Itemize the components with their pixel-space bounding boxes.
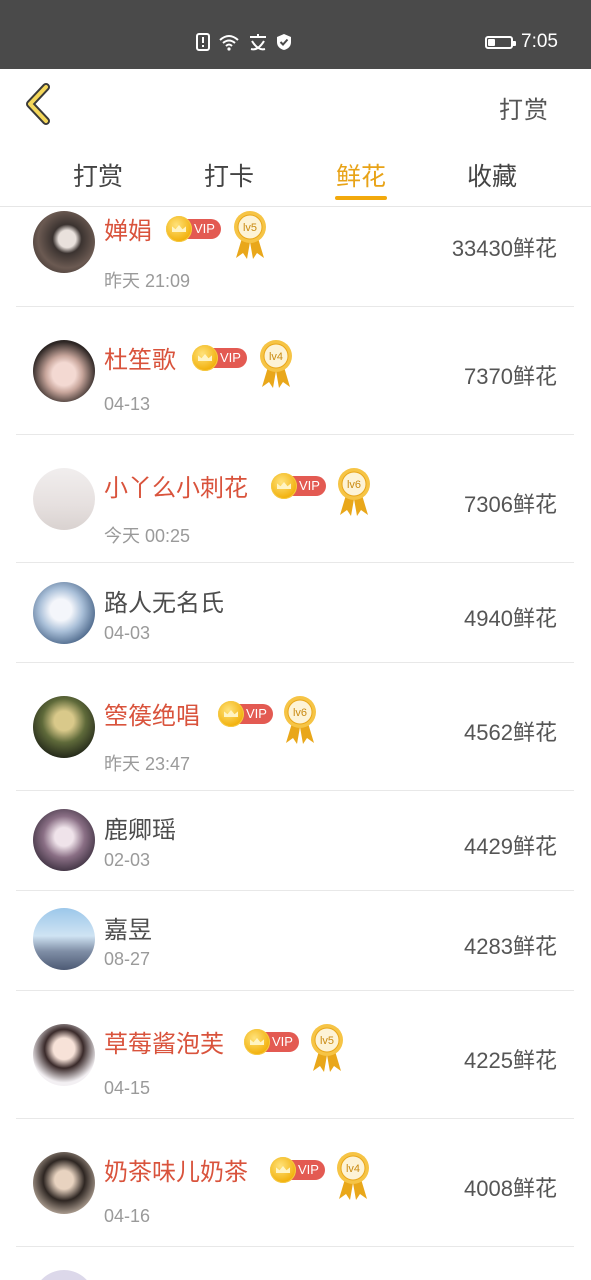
flower-count: 4562鲜花	[464, 720, 557, 745]
avatar	[33, 211, 95, 273]
vip-badge: VIP	[218, 701, 273, 727]
svg-text:lv4: lv4	[346, 1163, 360, 1175]
flower-count: 33430鲜花	[451, 236, 557, 261]
timestamp: 04-03	[104, 623, 151, 643]
vip-badge: VIP	[192, 345, 247, 371]
user-name: 草莓酱泡芙	[104, 1030, 224, 1058]
reward-button[interactable]: 打赏	[499, 90, 549, 125]
list-item[interactable]: 草莓酱泡芙 VIP lv5 04-15 4225鲜花	[16, 991, 574, 1119]
timestamp: 02-03	[104, 850, 151, 870]
timestamp: 08-27	[104, 949, 151, 969]
list-item[interactable]: 小丫么小刺花 VIP lv6 今天 00:25 7306鲜花	[16, 435, 574, 563]
top-bar: 打赏	[0, 69, 591, 139]
user-name: 奶茶味儿奶茶	[104, 1158, 248, 1186]
crown-icon	[244, 1029, 270, 1055]
level-medal-icon: lv6	[338, 468, 370, 516]
flower-count: 7306鲜花	[464, 492, 557, 517]
timestamp: 04-16	[104, 1206, 151, 1226]
vip-badge: VIP	[244, 1029, 299, 1055]
flower-count: 4225鲜花	[464, 1048, 557, 1073]
user-name: 小丫么小刺花	[104, 474, 248, 502]
status-bar: 7:05	[0, 0, 591, 69]
level-medal-icon: lv6	[284, 696, 316, 744]
tab-bar: 打赏 打卡 鲜花 收藏	[0, 139, 591, 207]
avatar	[33, 340, 95, 402]
avatar	[33, 696, 95, 758]
svg-text:lv6: lv6	[347, 479, 361, 491]
tab-favorites[interactable]: 收藏	[447, 157, 537, 193]
flower-count: 4008鲜花	[464, 1176, 557, 1201]
list-item[interactable]: 杜笙歌 VIP lv4 04-13 7370鲜花	[16, 307, 574, 435]
list-item[interactable]: 路人无名氏 04-03 4940鲜花	[16, 563, 574, 663]
level-medal-icon: lv4	[337, 1152, 369, 1200]
tab-checkin[interactable]: 打卡	[184, 157, 274, 193]
svg-text:lv4: lv4	[269, 351, 283, 363]
flower-ranking-list: 婵娟 VIP lv5 昨天 21:09 33430鲜花 杜笙歌 VIP lv4 …	[0, 208, 591, 1280]
avatar	[33, 582, 95, 644]
list-item[interactable]: 嘉昱 08-27 4283鲜花	[16, 891, 574, 991]
vip-badge: VIP	[271, 473, 326, 499]
tab-reward[interactable]: 打赏	[53, 157, 143, 193]
list-item[interactable]: 婵娟 VIP lv5 昨天 21:09 33430鲜花	[16, 208, 574, 307]
avatar	[33, 468, 95, 530]
list-item[interactable]: 奶茶味儿奶茶 VIP lv4 04-16 4008鲜花	[16, 1119, 574, 1247]
svg-text:lv5: lv5	[320, 1035, 334, 1047]
svg-text:lv5: lv5	[243, 222, 257, 234]
alert-icon	[196, 33, 210, 55]
vip-badge: VIP	[270, 1157, 325, 1183]
user-name: 杜笙歌	[104, 346, 176, 374]
crown-icon	[271, 473, 297, 499]
avatar	[33, 1152, 95, 1214]
user-name: 箜篌绝唱	[104, 702, 200, 730]
user-name: 嘉昱	[104, 916, 152, 944]
pay-icon	[248, 33, 268, 55]
wifi-icon	[218, 33, 240, 55]
list-item[interactable]: 箜篌绝唱 VIP lv6 昨天 23:47 4562鲜花	[16, 663, 574, 791]
user-name: 路人无名氏	[104, 589, 224, 617]
timestamp: 昨天 21:09	[104, 271, 191, 291]
crown-icon	[270, 1157, 296, 1183]
crown-icon	[192, 345, 218, 371]
avatar	[33, 1024, 95, 1086]
chevron-left-icon	[26, 83, 50, 125]
status-time: 7:05	[521, 31, 558, 52]
shield-icon	[276, 33, 292, 55]
flower-count: 4429鲜花	[464, 834, 557, 859]
tab-active-indicator	[335, 196, 387, 200]
tab-flowers[interactable]: 鲜花	[316, 157, 406, 193]
avatar	[33, 908, 95, 970]
back-button[interactable]	[20, 83, 60, 125]
timestamp: 今天 00:25	[104, 526, 191, 546]
timestamp: 04-13	[104, 394, 151, 414]
battery-icon	[485, 35, 517, 49]
level-medal-icon: lv4	[260, 340, 292, 388]
user-name: 鹿卿瑶	[104, 816, 176, 844]
crown-icon	[166, 216, 192, 242]
flower-count: 4283鲜花	[464, 934, 557, 959]
timestamp: 04-15	[104, 1078, 151, 1098]
svg-text:lv6: lv6	[293, 707, 307, 719]
crown-icon	[218, 701, 244, 727]
list-item[interactable]: 鹿卿瑶 02-03 4429鲜花	[16, 791, 574, 891]
user-name: 婵娟	[104, 217, 152, 245]
level-medal-icon: lv5	[311, 1024, 343, 1072]
status-icons	[196, 33, 292, 55]
avatar	[33, 809, 95, 871]
vip-badge: VIP	[166, 216, 221, 242]
level-medal-icon: lv5	[234, 211, 266, 259]
avatar	[33, 1270, 95, 1280]
flower-count: 7370鲜花	[464, 364, 557, 389]
flower-count: 4940鲜花	[464, 606, 557, 631]
timestamp: 昨天 23:47	[104, 754, 191, 774]
